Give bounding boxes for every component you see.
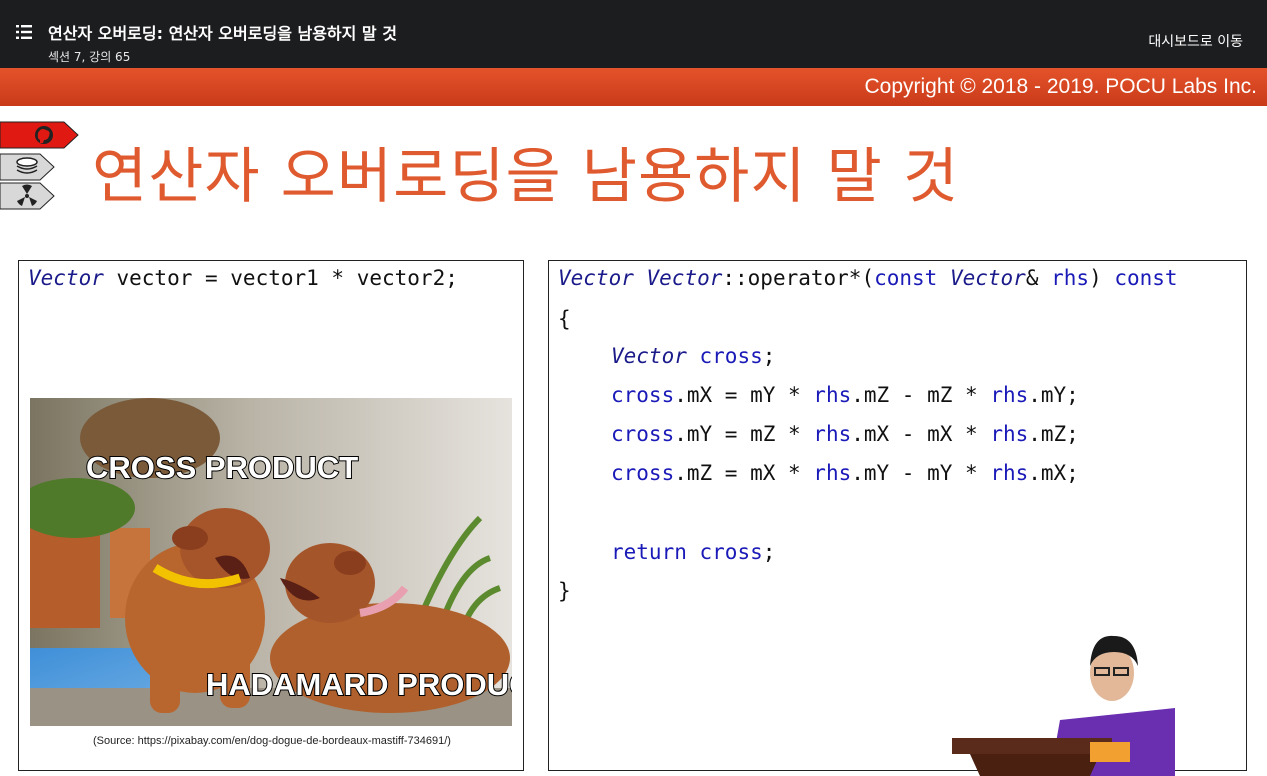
radiation-tag-icon [0,182,55,210]
lecture-title: 연산자 오버로딩: 연산자 오버로딩을 남용하지 말 것 [48,24,397,43]
code-text: .mY = mZ * [674,422,814,446]
code-text: .mX - mX * [851,422,991,446]
code-type: Vector [28,266,104,290]
code-param: rhs [813,383,852,407]
slide-copyright-bar: Copyright © 2018 - 2019. POCU Labs Inc. [0,68,1267,106]
code-text: ; [762,540,776,564]
brain-tag-icon [0,121,79,149]
code-type: Vector [611,344,687,368]
code-text: & [1025,266,1052,290]
code-text: ; [762,344,776,368]
code-text: .mZ; [1028,422,1079,446]
dog-meme-image: CROSS PRODUCT HADAMARD PRODUCT [30,398,512,726]
code-var: cross [611,383,675,407]
meme-top-label: CROSS PRODUCT [86,450,358,485]
list-menu-icon[interactable] [14,22,34,42]
left-code-panel: Vector vector = vector1 * vector2; CROSS… [18,260,524,771]
course-header: 연산자 오버로딩: 연산자 오버로딩을 남용하지 말 것 섹션 7, 강의 65… [0,0,1267,68]
code-param: rhs [813,461,852,485]
code-line-multiply: Vector vector = vector1 * vector2; [28,266,458,290]
code-var: cross [699,344,763,368]
code-text: .mZ - mZ * [851,383,991,407]
code-keyword: const [874,266,938,290]
code-param: rhs [1051,266,1090,290]
code-class: Vector [646,266,723,290]
code-text: .mX = mY * [674,383,814,407]
code-keyword: return [611,540,687,564]
code-line-3: Vector cross; [611,344,775,368]
code-operator: ::operator*( [722,266,875,290]
code-text: ) [1089,266,1115,290]
code-text: .mY; [1028,383,1079,407]
copyright-text: Copyright © 2018 - 2019. POCU Labs Inc. [864,75,1257,98]
code-line-6: cross.mZ = mX * rhs.mY - mY * rhs.mX; [611,461,1079,485]
code-line-1: Vector Vector::operator*(const Vector& r… [558,266,1178,290]
code-var: cross [611,422,675,446]
code-line-8: } [558,579,571,603]
dog-meme-illustration: CROSS PRODUCT HADAMARD PRODUCT [30,398,512,726]
code-line-2: { [558,307,571,331]
go-to-dashboard-link[interactable]: 대시보드로 이동 [1148,31,1243,51]
code-param: rhs [990,383,1029,407]
code-line-7: return cross; [611,540,775,564]
code-var: cross [611,461,675,485]
code-text: vector = vector1 * vector2; [103,266,458,290]
code-line-5: cross.mY = mZ * rhs.mX - mX * rhs.mZ; [611,422,1079,446]
lecture-section: 섹션 7, 강의 65 [48,50,131,64]
slide-title: 연산자 오버로딩을 남용하지 말 것 [92,142,960,212]
presenter-video [952,635,1175,776]
code-line-4: cross.mX = mY * rhs.mZ - mZ * rhs.mY; [611,383,1079,407]
layers-tag-icon [0,153,55,181]
image-source-caption: (Source: https://pixabay.com/en/dog-dogu… [93,735,451,747]
code-text: .mY - mY * [851,461,991,485]
code-type: Vector [949,266,1026,290]
code-param: rhs [813,422,852,446]
code-param: rhs [990,461,1029,485]
meme-bottom-label: HADAMARD PRODUCT [206,667,512,702]
code-type: Vector [558,266,634,290]
code-param: rhs [990,422,1029,446]
code-keyword: const [1114,266,1178,290]
code-text: .mX; [1028,461,1079,485]
code-text: .mZ = mX * [674,461,814,485]
code-var: cross [699,540,763,564]
